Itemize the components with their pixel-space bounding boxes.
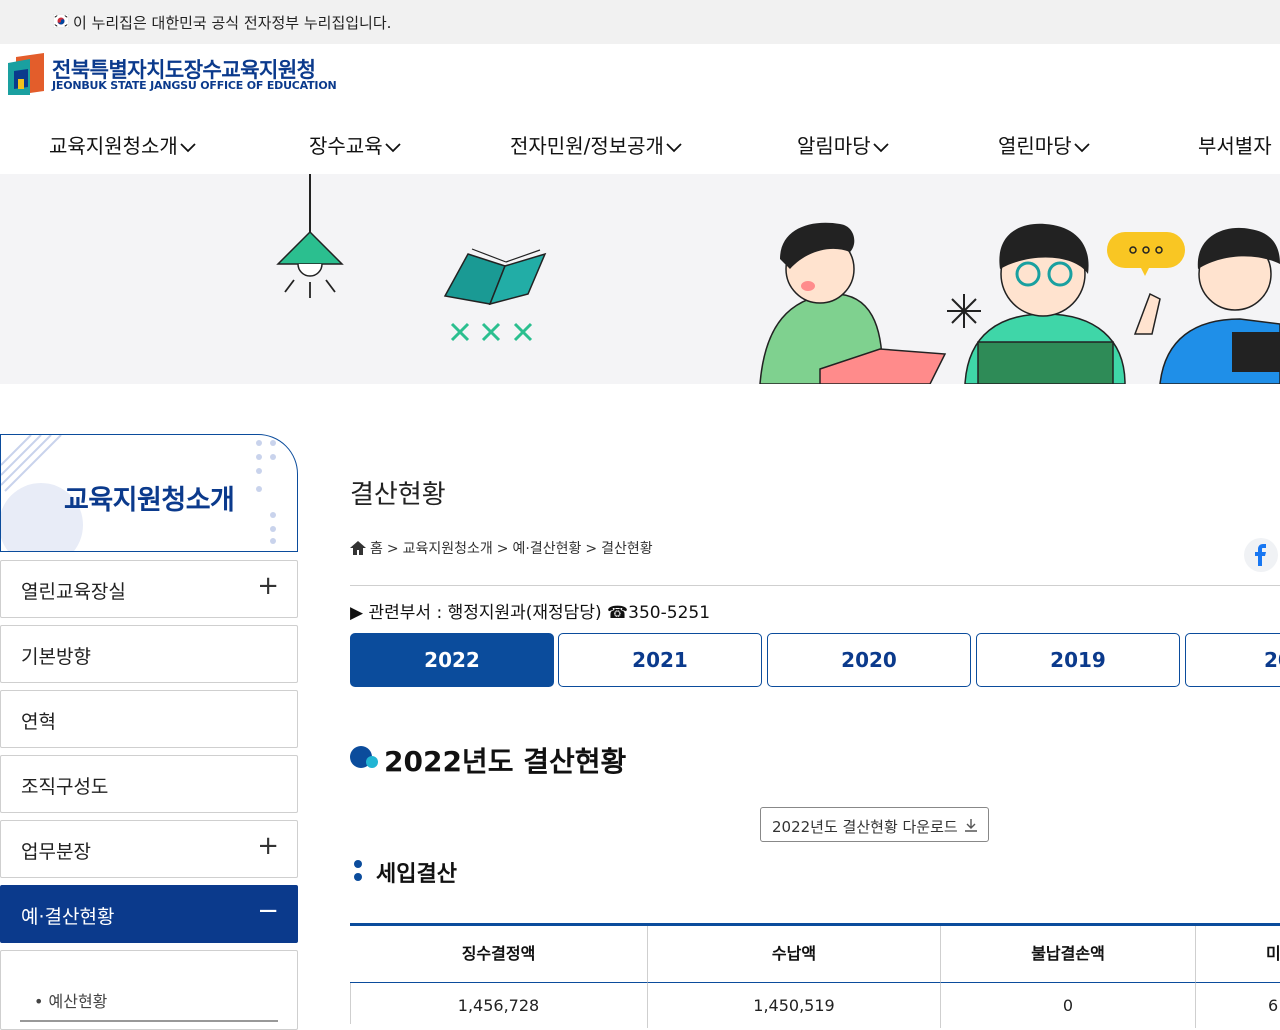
gov-banner-text: 이 누리집은 대한민국 공식 전자정부 누리집입니다. [73,14,392,32]
tab-year-2021[interactable]: 2021 [558,633,762,687]
breadcrumb-separator: > [585,541,598,557]
home-icon[interactable] [350,541,366,555]
expand-plus-icon: + [257,571,279,601]
download-icon [965,819,977,832]
sidebar-item-label: 조직구성도 [21,776,109,798]
table-cell: 0 [941,983,1196,1028]
table-header-cell: 징수결정액 [350,926,648,983]
facebook-icon [1255,544,1266,566]
collapse-minus-icon: − [257,896,279,926]
nav-label: 전자민원/정보공개 [510,134,664,158]
table-header-cell: 미 [1196,926,1280,983]
nav-item-intro[interactable]: 교육지원청소개 [49,130,196,159]
subsection-bullet-icon [354,860,362,881]
gov-banner: 이 누리집은 대한민국 공식 전자정부 누리집입니다. [0,0,1280,44]
table-cell: 1,450,519 [648,983,941,1028]
sidebar-item-label: 업무분장 [21,841,91,863]
sidebar-item-label: 연혁 [21,711,56,733]
table-cell: 1,456,728 [350,983,648,1028]
breadcrumb-separator: > [496,541,509,557]
nav-label: 교육지원청소개 [49,134,178,158]
nav-item-department[interactable]: 부서별자 [1198,130,1272,159]
banner-illustration [276,174,1280,384]
table-cell: 6 [1268,996,1279,1015]
related-department: ▶ 관련부서 : 행정지원과(재정담당) ☎350-5251 [350,603,711,623]
sidebar-item-label: 예·결산현황 [21,906,115,928]
download-button[interactable]: 2022년도 결산현황 다운로드 [760,807,989,842]
office-logo-icon[interactable] [8,53,46,95]
sidebar-item-label: 기본방향 [21,646,91,668]
sidebar-title: 교육지원청소개 [64,485,235,516]
sidebar-item-label: 열린교육장실 [21,581,126,603]
tab-year-2019[interactable]: 2019 [976,633,1180,687]
chevron-down-icon [384,142,401,152]
nav-item-jangsu-education[interactable]: 장수교육 [309,130,401,159]
breadcrumb-intro[interactable]: 교육지원청소개 [403,541,493,557]
breadcrumb-current: 결산현황 [601,541,653,557]
sidebar-item-duties[interactable]: 업무분장 + [0,820,298,878]
nav-item-civil-service[interactable]: 전자민원/정보공개 [510,130,682,159]
korea-flag-icon [53,14,69,28]
section-title: 2022년도 결산현황 [384,745,627,778]
tab-year-2022[interactable]: 2022 [350,633,554,687]
page-title: 결산현황 [350,480,446,510]
breadcrumb-home[interactable]: 홈 [370,541,383,557]
expand-plus-icon: + [257,831,279,861]
tab-year-partial[interactable]: 20 [1185,633,1280,687]
download-button-label: 2022년도 결산현황 다운로드 [772,818,958,836]
sidebar-item-budget-settlement[interactable]: 예·결산현황 − [0,885,298,943]
table-header-cell: 불납결손액 [941,926,1196,983]
chevron-down-icon [666,142,682,152]
hero-banner [0,174,1280,384]
sidebar-item-basic-direction[interactable]: 기본방향 [0,625,298,683]
chevron-down-icon [180,142,196,152]
sidebar-subitem-budget[interactable]: • 예산현황 [34,988,107,1012]
sidebar-item-history[interactable]: 연혁 [0,690,298,748]
nav-label: 장수교육 [309,134,383,158]
breadcrumb-budget[interactable]: 예·결산현황 [513,541,582,557]
tab-year-2020[interactable]: 2020 [767,633,971,687]
nav-label: 알림마당 [797,134,871,158]
submenu-divider [20,1020,278,1022]
chevron-down-icon [872,142,889,152]
subsection-title: 세입결산 [376,862,457,887]
sidebar-item-open-office[interactable]: 열린교육장실 + [0,560,298,618]
table-header-cell: 수납액 [648,926,941,983]
section-bullet-icon [350,746,378,768]
nav-item-open-forum[interactable]: 열린마당 [998,130,1090,159]
nav-label: 열린마당 [998,134,1072,158]
nav-item-notice[interactable]: 알림마당 [797,130,889,159]
nav-label: 부서별자 [1198,134,1272,158]
office-name-en[interactable]: JEONBUK STATE JANGSU OFFICE OF EDUCATION [52,79,337,92]
breadcrumb-separator: > [386,541,399,557]
chevron-down-icon [1073,142,1090,152]
breadcrumb: 홈 > 교육지원청소개 > 예·결산현황 > 결산현황 [350,538,657,558]
sidebar-item-organization[interactable]: 조직구성도 [0,755,298,813]
content-divider [350,585,1280,586]
facebook-share-button[interactable] [1244,538,1278,572]
